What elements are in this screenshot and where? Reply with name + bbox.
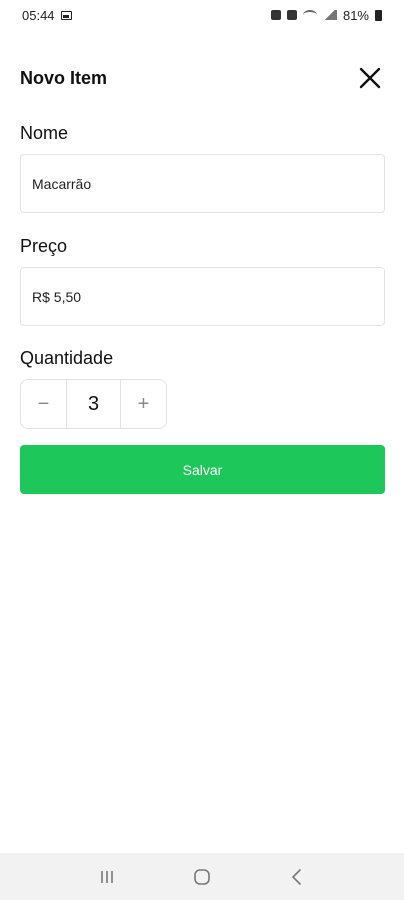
- header: Novo Item: [20, 62, 384, 94]
- gallery-icon: [60, 10, 72, 20]
- quantity-value[interactable]: 3: [66, 380, 121, 428]
- back-icon: [291, 868, 301, 885]
- mute-icon: [286, 10, 297, 20]
- alarm-icon: [270, 10, 281, 20]
- wifi-icon: [302, 10, 317, 20]
- increment-button[interactable]: +: [121, 380, 166, 428]
- back-button[interactable]: [282, 862, 312, 892]
- name-value: Macarrão: [32, 175, 92, 192]
- home-icon: [194, 868, 210, 885]
- home-button[interactable]: [187, 862, 217, 892]
- battery-icon: [375, 9, 382, 21]
- price-field[interactable]: R$ 5,50: [20, 267, 385, 326]
- recent-apps-icon: [101, 870, 114, 883]
- page-title: Novo Item: [20, 67, 108, 88]
- signal-icon: [322, 10, 337, 20]
- close-button[interactable]: [356, 64, 384, 92]
- battery-percent: 81%: [342, 7, 369, 23]
- status-right: 81%: [270, 7, 382, 23]
- price-value: R$ 5,50: [32, 288, 82, 305]
- status-time: 05:44: [22, 7, 55, 23]
- close-icon: [359, 67, 381, 89]
- name-field[interactable]: Macarrão: [20, 154, 385, 213]
- name-label: Nome: [20, 123, 69, 143]
- status-bar: 05:44 81%: [0, 0, 404, 30]
- quantity-stepper: − 3 +: [20, 379, 167, 429]
- status-left: 05:44: [22, 8, 72, 23]
- price-label: Preço: [20, 236, 68, 256]
- recent-apps-button[interactable]: [92, 862, 122, 892]
- quantity-label: Quantidade: [20, 348, 114, 368]
- decrement-button[interactable]: −: [21, 380, 66, 428]
- nav-bar: [0, 853, 404, 900]
- screen: 05:44 81% Novo Item Nome Macarrão Preço …: [0, 0, 404, 900]
- save-button[interactable]: Salvar: [20, 445, 385, 494]
